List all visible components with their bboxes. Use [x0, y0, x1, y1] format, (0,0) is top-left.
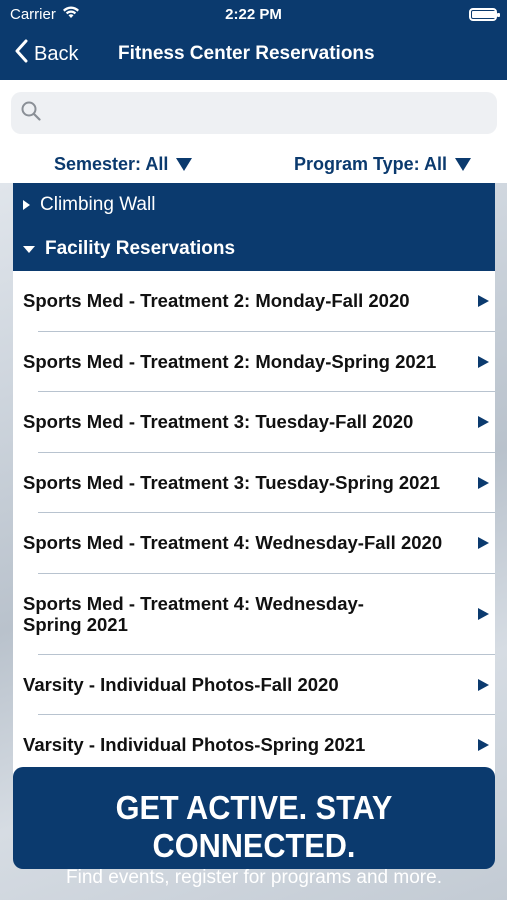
category-label: Climbing Wall [40, 194, 156, 215]
semester-filter[interactable]: Semester: All [54, 154, 193, 175]
list-item-label: Varsity - Individual Photos-Spring 2021 [23, 734, 366, 756]
back-label: Back [34, 42, 79, 65]
list-item[interactable]: Sports Med - Treatment 3: Tuesday-Fall 2… [13, 392, 495, 453]
list-item[interactable]: Varsity - Individual Photos-Fall 2020 [13, 655, 495, 716]
caret-down-icon [455, 158, 471, 171]
back-button[interactable]: Back [0, 39, 78, 69]
caret-right-icon [23, 200, 30, 210]
program-type-filter-label: Program Type: All [293, 154, 447, 174]
reservation-list: Sports Med - Treatment 2: Monday-Fall 20… [13, 271, 495, 776]
filter-bar: Semester: All Program Type: All [0, 146, 507, 183]
carrier-label: Carrier [10, 5, 56, 23]
search-bar [0, 80, 507, 146]
category-list: Climbing Wall Facility Reservations [13, 183, 495, 271]
list-item-label: Sports Med - Treatment 3: Tuesday-Fall 2… [23, 411, 414, 433]
banner-headline: GET ACTIVE. STAY CONNECTED. [115, 789, 393, 864]
program-type-filter[interactable]: Program Type: All [294, 154, 471, 175]
search-field[interactable] [11, 92, 497, 134]
list-item[interactable]: Sports Med - Treatment 2: Monday-Spring … [13, 332, 495, 393]
wifi-icon [62, 5, 80, 23]
arrow-right-icon [478, 678, 489, 691]
caret-down-icon [23, 245, 35, 253]
arrow-right-icon [478, 295, 489, 308]
nav-bar: Back Fitness Center Reservations [0, 28, 507, 80]
list-item[interactable]: Sports Med - Treatment 4: Wednesday-Fall… [13, 513, 495, 574]
list-item[interactable]: Sports Med - Treatment 4: Wednesday-Spri… [13, 574, 495, 655]
search-input[interactable] [49, 98, 469, 128]
arrow-right-icon [478, 537, 489, 550]
status-left: Carrier [10, 5, 80, 23]
semester-filter-label: Semester: All [54, 154, 169, 174]
list-item[interactable]: Sports Med - Treatment 3: Tuesday-Spring… [13, 453, 495, 514]
category-label: Facility Reservations [45, 238, 236, 259]
list-item-label: Sports Med - Treatment 4: Wednesday-Fall… [23, 532, 443, 554]
chevron-left-icon [14, 39, 28, 69]
arrow-right-icon [478, 416, 489, 429]
battery-fill [472, 10, 496, 18]
arrow-right-icon [478, 355, 489, 368]
status-bar: Carrier 2:22 PM [0, 0, 507, 28]
list-item-label: Sports Med - Treatment 4: Wednesday-Spri… [23, 593, 364, 635]
arrow-right-icon [478, 608, 489, 620]
arrow-right-icon [478, 739, 489, 752]
list-item-label: Varsity - Individual Photos-Fall 2020 [23, 673, 339, 695]
battery-icon [469, 7, 500, 21]
search-icon [21, 101, 41, 126]
caret-down-icon [176, 158, 193, 171]
list-item-label: Sports Med - Treatment 3: Tuesday-Spring… [23, 471, 441, 493]
promo-banner[interactable]: GET ACTIVE. STAY CONNECTED. Find events,… [13, 767, 495, 888]
category-facility-reservations[interactable]: Facility Reservations [13, 227, 495, 271]
list-item-label: Sports Med - Treatment 2: Monday-Spring … [23, 350, 437, 372]
arrow-right-icon [478, 476, 489, 489]
page-title: Fitness Center Reservations [118, 43, 375, 64]
list-item[interactable]: Sports Med - Treatment 2: Monday-Fall 20… [13, 271, 495, 332]
category-climbing-wall[interactable]: Climbing Wall [13, 183, 495, 227]
banner-subtext: Find events, register for programs and m… [66, 867, 442, 888]
list-item-label: Sports Med - Treatment 2: Monday-Fall 20… [23, 290, 410, 312]
